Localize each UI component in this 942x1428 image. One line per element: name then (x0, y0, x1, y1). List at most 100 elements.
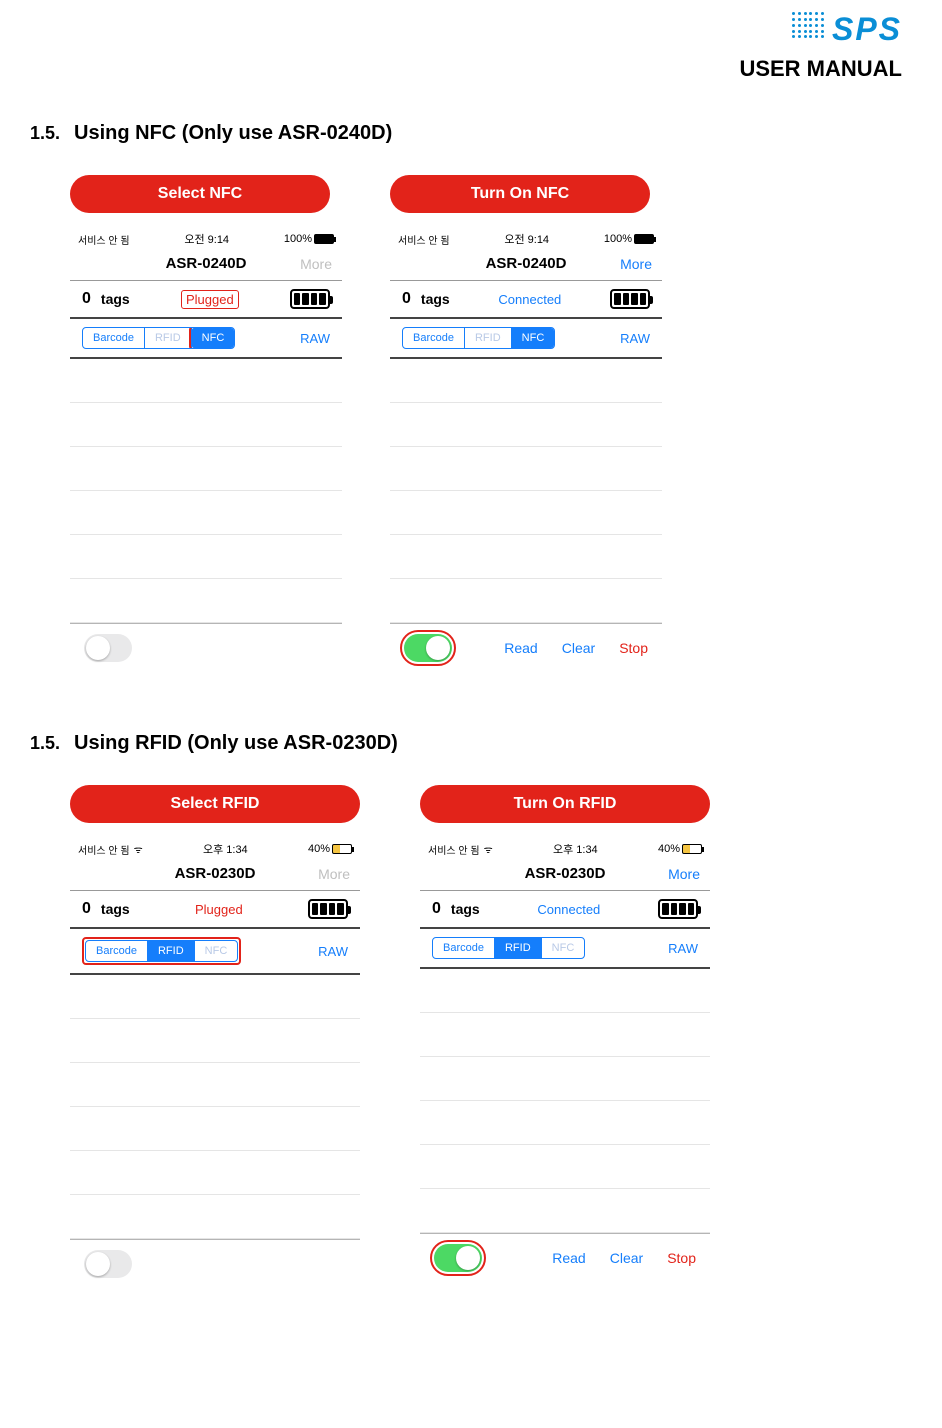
phone-screenshot-4: 서비스 안 됨 ᯤ 오후 1:34 40% ASR-0230D More (420, 837, 710, 1282)
tag-count: 0 (82, 900, 91, 918)
mode-segment[interactable]: Barcode RFID NFC (432, 937, 585, 959)
section-2-num: 1.5. (30, 733, 60, 754)
seg-nfc[interactable]: NFC (542, 938, 585, 958)
list-item (70, 1019, 360, 1063)
carrier-label: 서비스 안 됨 (78, 232, 130, 247)
raw-link[interactable]: RAW (668, 941, 698, 956)
seg-barcode[interactable]: Barcode (86, 941, 148, 961)
list-item (70, 1195, 360, 1239)
tags-label: tags (421, 291, 450, 307)
section-1-heading: 1.5. Using NFC (Only use ASR-0240D) (30, 122, 912, 145)
battery-icon (314, 234, 334, 244)
tags-label: tags (101, 901, 130, 917)
list-item (70, 975, 360, 1019)
clock-label: 오후 1:34 (203, 841, 248, 857)
seg-barcode[interactable]: Barcode (83, 328, 145, 348)
clock-label: 오후 1:34 (553, 841, 598, 857)
wifi-icon: ᯤ (484, 842, 493, 856)
list-item (420, 1189, 710, 1233)
pill-select-nfc: Select NFC (70, 175, 330, 213)
section-1-row: Select NFC 서비스 안 됨 오전 9:14 100% ASR-0240… (30, 175, 912, 672)
battery-pct: 100% (604, 233, 632, 245)
nav-bar: ASR-0230D More (420, 859, 710, 891)
status-connected: Connected (537, 902, 600, 917)
nfc-toggle[interactable] (84, 634, 132, 662)
clock-label: 오전 9:14 (504, 231, 549, 247)
mode-segment[interactable]: Barcode RFID NFC (82, 327, 235, 349)
bottom-bar (70, 623, 342, 672)
stop-button[interactable]: Stop (619, 640, 648, 656)
status-bar: 서비스 안 됨 ᯤ 오후 1:34 40% (420, 837, 710, 859)
seg-rfid[interactable]: RFID (495, 938, 542, 958)
more-button[interactable]: More (306, 866, 350, 882)
device-battery-icon (308, 899, 348, 919)
raw-link[interactable]: RAW (318, 944, 348, 959)
list-item (390, 447, 662, 491)
seg-nfc[interactable]: NFC (195, 941, 238, 961)
seg-nfc[interactable]: NFC (192, 328, 235, 348)
status-plugged: Plugged (195, 902, 243, 917)
battery-pct: 100% (284, 233, 312, 245)
list-item (70, 1063, 360, 1107)
s2-right-col: Turn On RFID 서비스 안 됨 ᯤ 오후 1:34 40% ASR-0… (420, 785, 720, 1288)
page: SPS USER MANUAL 1.5. Using NFC (Only use… (0, 0, 942, 1318)
status-bar: 서비스 안 됨 오전 9:14 100% (390, 227, 662, 249)
header: SPS USER MANUAL (30, 10, 912, 82)
tag-list (70, 359, 342, 623)
seg-rfid[interactable]: RFID (145, 328, 192, 348)
mode-segment[interactable]: Barcode RFID NFC (402, 327, 555, 349)
nav-title: ASR-0240D (444, 255, 608, 272)
read-button[interactable]: Read (552, 1250, 585, 1266)
logo-dots-icon (792, 12, 826, 46)
segment-bar: Barcode RFID NFC RAW (70, 929, 360, 975)
list-item (70, 491, 342, 535)
manual-title: USER MANUAL (739, 56, 902, 82)
clock-label: 오전 9:14 (184, 231, 229, 247)
info-bar: 0 tags Connected (420, 891, 710, 929)
read-button[interactable]: Read (504, 640, 537, 656)
list-item (390, 579, 662, 623)
s2-left-col: Select RFID 서비스 안 됨 ᯤ 오후 1:34 40% ASR-02… (70, 785, 370, 1288)
list-item (70, 535, 342, 579)
seg-rfid[interactable]: RFID (465, 328, 512, 348)
rfid-toggle[interactable] (84, 1250, 132, 1278)
seg-rfid[interactable]: RFID (148, 941, 195, 961)
rfid-toggle[interactable] (434, 1244, 482, 1272)
section-1-num: 1.5. (30, 123, 60, 144)
battery-pct: 40% (308, 843, 330, 855)
battery-pct: 40% (658, 843, 680, 855)
phone-screenshot-2: 서비스 안 됨 오전 9:14 100% ASR-0240D More 0 ta… (390, 227, 662, 672)
stop-button[interactable]: Stop (667, 1250, 696, 1266)
tags-label: tags (451, 901, 480, 917)
section-1-title: Using NFC (Only use ASR-0240D) (74, 122, 392, 145)
tag-count: 0 (82, 290, 91, 308)
more-button[interactable]: More (656, 866, 700, 882)
nfc-toggle[interactable] (404, 634, 452, 662)
seg-barcode[interactable]: Barcode (403, 328, 465, 348)
list-item (70, 1151, 360, 1195)
seg-barcode[interactable]: Barcode (433, 938, 495, 958)
tag-count: 0 (432, 900, 441, 918)
list-item (420, 1101, 710, 1145)
more-button[interactable]: More (288, 256, 332, 272)
clear-button[interactable]: Clear (610, 1250, 643, 1266)
battery-icon (682, 844, 702, 854)
bottom-bar: Read Clear Stop (390, 623, 662, 672)
list-item (70, 447, 342, 491)
tag-count: 0 (402, 290, 411, 308)
list-item (390, 535, 662, 579)
list-item (390, 491, 662, 535)
mode-segment[interactable]: Barcode RFID NFC (85, 940, 238, 962)
section-2-row: Select RFID 서비스 안 됨 ᯤ 오후 1:34 40% ASR-02… (30, 785, 912, 1288)
raw-link[interactable]: RAW (300, 331, 330, 346)
list-item (390, 359, 662, 403)
raw-link[interactable]: RAW (620, 331, 650, 346)
seg-nfc[interactable]: NFC (512, 328, 555, 348)
sps-logo: SPS (742, 10, 902, 48)
rfid-highlight: Barcode RFID NFC (82, 937, 241, 965)
list-item (70, 1107, 360, 1151)
nav-title: ASR-0240D (124, 255, 288, 272)
clear-button[interactable]: Clear (562, 640, 595, 656)
more-button[interactable]: More (608, 256, 652, 272)
wifi-icon: ᯤ (134, 842, 143, 856)
